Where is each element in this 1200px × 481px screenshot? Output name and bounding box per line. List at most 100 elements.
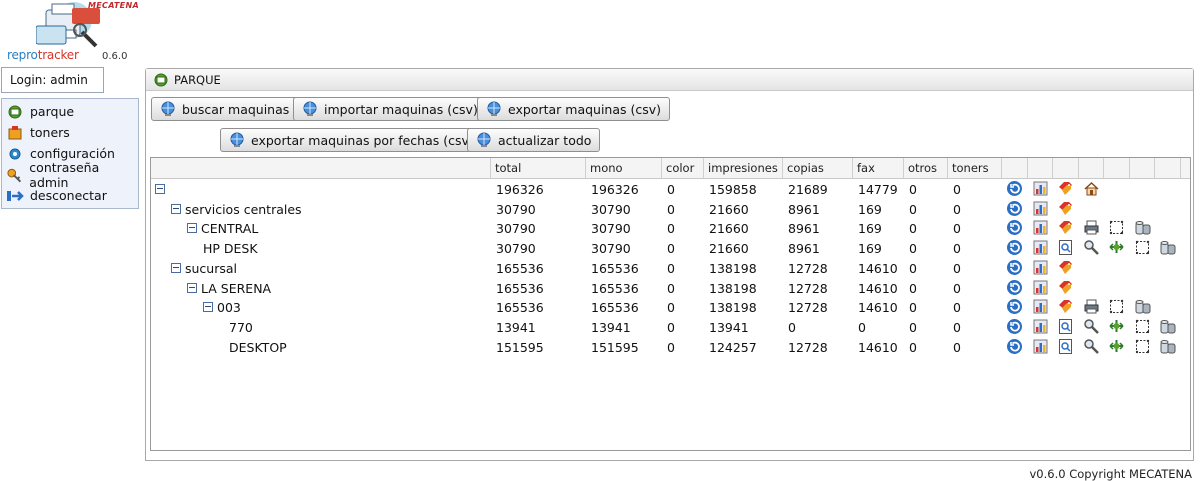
- actualizar-todo-button[interactable]: actualizar todo: [467, 128, 601, 152]
- chart-icon[interactable]: [1032, 180, 1049, 197]
- collapse-toggle-icon[interactable]: [187, 282, 197, 293]
- refresh-icon[interactable]: [1006, 200, 1023, 217]
- cell-impresiones: 138198: [709, 300, 757, 316]
- chart-icon[interactable]: [1032, 239, 1049, 256]
- toner-icon[interactable]: [1159, 239, 1176, 256]
- chart-icon[interactable]: [1032, 279, 1049, 296]
- tags-icon[interactable]: [1057, 219, 1074, 236]
- toner-icon[interactable]: [1134, 219, 1151, 236]
- importar-maquinas-button[interactable]: importar maquinas (csv): [293, 97, 487, 121]
- table-row[interactable]: CENTRAL 30790 30790 0 21660 8961 169 0 0: [151, 218, 1190, 238]
- cell-fax: 169: [858, 221, 882, 237]
- table-row[interactable]: LA SERENA 165536 165536 0 138198 12728 14610 0 0: [151, 278, 1190, 298]
- chart-icon[interactable]: [1032, 200, 1049, 217]
- refresh-icon[interactable]: [1006, 219, 1023, 236]
- tree-node-name[interactable]: DESKTOP: [229, 340, 287, 355]
- refresh-icon[interactable]: [1006, 180, 1023, 197]
- frame-icon[interactable]: [1108, 219, 1125, 236]
- magnify-icon[interactable]: [1083, 338, 1100, 355]
- header-mono[interactable]: mono: [586, 158, 662, 178]
- frame-icon[interactable]: [1108, 298, 1125, 315]
- header-toners[interactable]: toners: [948, 158, 1002, 178]
- cell-color: 0: [667, 182, 675, 197]
- table-row[interactable]: 770 13941 13941 0 13941 0 0 0 0: [151, 317, 1190, 337]
- move-icon[interactable]: [1108, 318, 1125, 335]
- tags-icon[interactable]: [1057, 298, 1074, 315]
- refresh-icon[interactable]: [1006, 318, 1023, 335]
- table-row[interactable]: HP DESK 30790 30790 0 21660 8961 169 0 0: [151, 238, 1190, 258]
- chart-icon[interactable]: [1032, 259, 1049, 276]
- collapse-toggle-icon[interactable]: [171, 262, 181, 273]
- printer-icon[interactable]: [1083, 298, 1100, 315]
- collapse-toggle-icon[interactable]: [155, 184, 165, 194]
- tree-node-name[interactable]: 770: [229, 320, 253, 335]
- cell-color: 0: [667, 339, 675, 355]
- chart-icon[interactable]: [1032, 219, 1049, 236]
- move-icon[interactable]: [1108, 338, 1125, 355]
- header-fax[interactable]: fax: [853, 158, 904, 178]
- refresh-icon[interactable]: [1006, 298, 1023, 315]
- search-doc-icon[interactable]: [1057, 318, 1074, 335]
- cell-copias: 8961: [788, 201, 820, 217]
- exportar-maquinas-button[interactable]: exportar maquinas (csv): [477, 97, 671, 121]
- menu-item-toners[interactable]: toners: [2, 122, 138, 143]
- magnify-icon[interactable]: [1083, 239, 1100, 256]
- move-icon[interactable]: [1108, 239, 1125, 256]
- frame-icon[interactable]: [1134, 318, 1151, 335]
- table-row[interactable]: 196326 196326 0 159858 21689 14779 0 0: [151, 179, 1190, 199]
- tags-icon[interactable]: [1057, 200, 1074, 217]
- header-total[interactable]: total: [491, 158, 586, 178]
- table-row[interactable]: DESKTOP 151595 151595 0 124257 12728 14610 0 0: [151, 337, 1190, 357]
- tree-node-name[interactable]: servicios centrales: [171, 202, 302, 217]
- tree-node-name[interactable]: 003: [203, 300, 241, 315]
- search-doc-icon[interactable]: [1057, 239, 1074, 256]
- refresh-icon[interactable]: [1006, 338, 1023, 355]
- collapse-toggle-icon[interactable]: [187, 223, 197, 234]
- panel-header: PARQUE: [146, 69, 1193, 91]
- header-copias[interactable]: copias: [783, 158, 853, 178]
- cell-copias: 8961: [788, 221, 820, 237]
- toner-icon[interactable]: [1159, 318, 1176, 335]
- home-icon[interactable]: [1083, 180, 1100, 197]
- cell-copias: 12728: [788, 280, 828, 296]
- frame-icon[interactable]: [1134, 239, 1151, 256]
- printer-icon[interactable]: [1083, 219, 1100, 236]
- cell-otros: 0: [909, 260, 917, 276]
- refresh-icon[interactable]: [1006, 279, 1023, 296]
- header-impresiones[interactable]: impresiones: [704, 158, 783, 178]
- tags-icon[interactable]: [1057, 259, 1074, 276]
- chart-icon[interactable]: [1032, 298, 1049, 315]
- menu-item-parque[interactable]: parque: [2, 101, 138, 122]
- tree-node-name[interactable]: sucursal: [171, 261, 237, 276]
- collapse-toggle-icon[interactable]: [203, 302, 213, 313]
- tree-node-name[interactable]: LA SERENA: [187, 281, 271, 296]
- collapse-toggle-icon[interactable]: [171, 203, 181, 214]
- search-doc-icon[interactable]: [1057, 338, 1074, 355]
- table-row[interactable]: servicios centrales 30790 30790 0 21660 8961 1…: [151, 199, 1190, 219]
- tags-icon[interactable]: [1057, 279, 1074, 296]
- exportar-maquinas-fechas-button[interactable]: exportar maquinas por fechas (csv): [220, 128, 483, 152]
- toner-icon[interactable]: [1159, 338, 1176, 355]
- cell-total: 13941: [496, 319, 536, 335]
- refresh-icon[interactable]: [1006, 239, 1023, 256]
- tags-icon[interactable]: [1057, 180, 1074, 197]
- table-row[interactable]: sucursal 165536 165536 0 138198 12728 14610 0 0: [151, 258, 1190, 278]
- tree-node-name[interactable]: CENTRAL: [187, 221, 258, 236]
- menu-item-contraseña-admin[interactable]: contraseña admin: [2, 160, 138, 190]
- brand-name: reprotracker: [7, 48, 79, 62]
- table-row[interactable]: 003 165536 165536 0 138198 12728 14610 0 0: [151, 297, 1190, 317]
- cell-mono: 151595: [591, 339, 639, 355]
- toner-icon[interactable]: [1134, 298, 1151, 315]
- chart-icon[interactable]: [1032, 338, 1049, 355]
- tree-node-name[interactable]: HP DESK: [203, 241, 258, 256]
- header-otros[interactable]: otros: [904, 158, 948, 178]
- magnify-icon[interactable]: [1083, 318, 1100, 335]
- buscar-maquinas-button[interactable]: buscar maquinas: [151, 97, 299, 121]
- frame-icon[interactable]: [1134, 338, 1151, 355]
- refresh-icon[interactable]: [1006, 259, 1023, 276]
- tree-node-name[interactable]: [155, 182, 169, 197]
- chart-icon[interactable]: [1032, 318, 1049, 335]
- grid-header: total mono color impresiones copias fax otros t…: [151, 158, 1190, 179]
- parque-tree-grid: total mono color impresiones copias fax otros t…: [150, 157, 1191, 451]
- header-color[interactable]: color: [662, 158, 704, 178]
